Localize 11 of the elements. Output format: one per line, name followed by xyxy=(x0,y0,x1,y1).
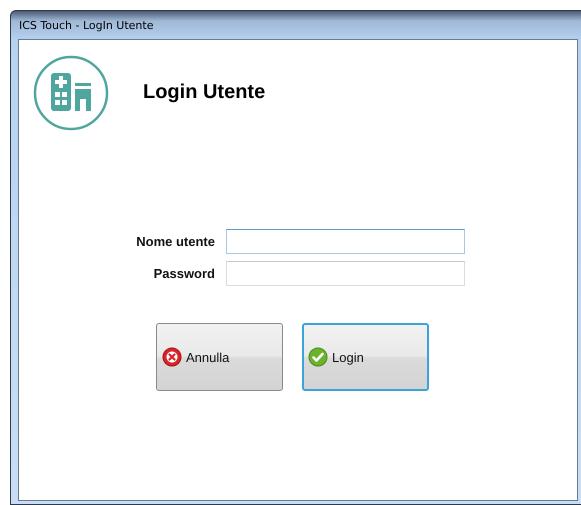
cancel-button[interactable]: Annulla xyxy=(156,323,283,391)
dialog-heading: Login Utente xyxy=(143,81,266,104)
checkmark-icon xyxy=(308,347,328,367)
input-field[interactable] xyxy=(226,229,465,254)
hospital-logo-icon xyxy=(33,55,109,131)
login-button[interactable]: Login xyxy=(302,323,429,391)
window-title: ICS Touch - LogIn Utente xyxy=(19,18,154,32)
field-label: Nome utente xyxy=(135,234,216,249)
field-label: Password xyxy=(152,266,216,281)
cancel-icon xyxy=(162,347,182,367)
input-field[interactable] xyxy=(226,261,465,286)
